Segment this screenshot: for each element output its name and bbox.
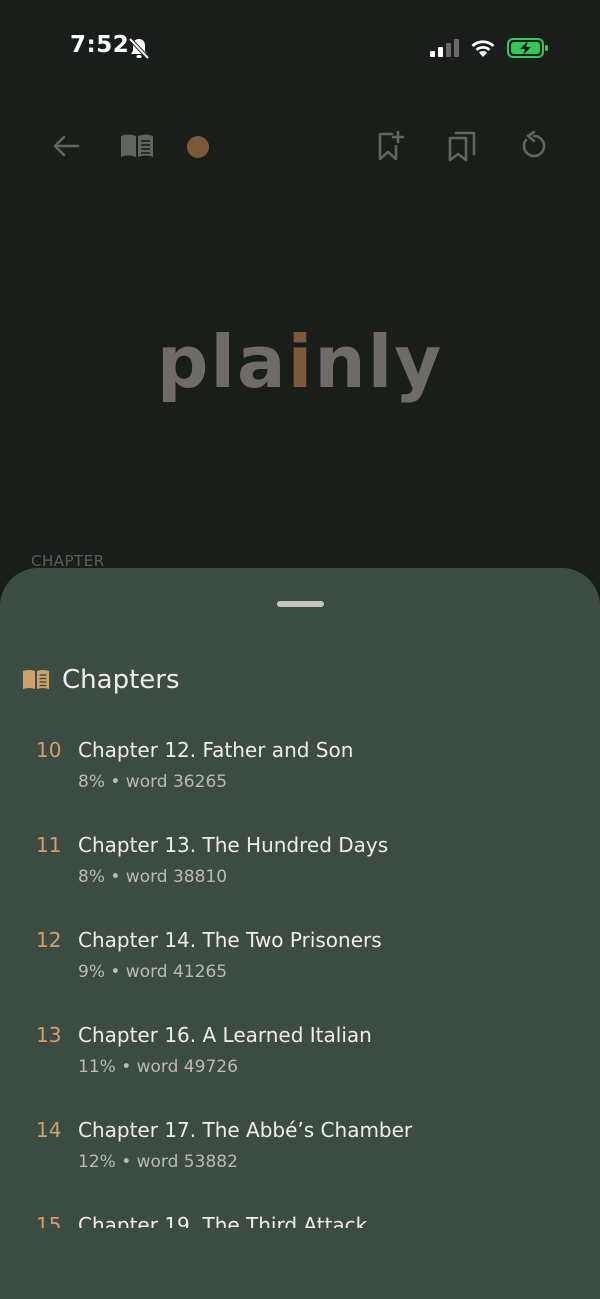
restart-icon bbox=[522, 131, 546, 158]
bell-slash-icon bbox=[128, 37, 150, 60]
book-icon bbox=[121, 134, 153, 157]
chapter-title: Chapter 13. The Hundred Days bbox=[78, 833, 389, 857]
chapter-meta: 8% • word 36265 bbox=[78, 772, 228, 792]
book-icon bbox=[23, 670, 49, 689]
sheet-grabber[interactable] bbox=[277, 601, 324, 607]
chapter-meta: 11% • word 49726 bbox=[78, 1057, 238, 1077]
sheet-title: Chapters bbox=[62, 665, 180, 695]
chapter-item[interactable]: 15 Chapter 19. The Third Attack bbox=[0, 1203, 600, 1228]
status-bar: 7:52 bbox=[0, 0, 600, 96]
chapter-list[interactable]: 10 Chapter 12. Father and Son 8% • word … bbox=[0, 728, 600, 1228]
toc-button[interactable] bbox=[115, 124, 159, 168]
chapter-title: Chapter 17. The Abbé’s Chamber bbox=[78, 1118, 413, 1142]
chapter-meta: 8% • word 38810 bbox=[78, 867, 228, 887]
sheet-header: Chapters bbox=[22, 664, 180, 696]
chapter-number: 14 bbox=[36, 1118, 62, 1142]
chapter-meta: 9% • word 41265 bbox=[78, 962, 228, 982]
chapter-item[interactable]: 12 Chapter 14. The Two Prisoners 9% • wo… bbox=[0, 918, 600, 1008]
status-time: 7:52 bbox=[70, 32, 130, 58]
chapter-title: Chapter 14. The Two Prisoners bbox=[78, 928, 382, 952]
word-prefix: pla bbox=[156, 320, 288, 404]
battery-charging-icon bbox=[507, 38, 548, 58]
restart-button[interactable] bbox=[512, 124, 556, 168]
bookmark-add-icon bbox=[378, 130, 405, 161]
current-word[interactable]: plainly bbox=[0, 320, 600, 404]
chapter-number: 12 bbox=[36, 928, 62, 952]
chapter-item[interactable]: 14 Chapter 17. The Abbé’s Chamber 12% • … bbox=[0, 1108, 600, 1198]
cellular-signal-icon bbox=[430, 39, 459, 57]
chapter-item[interactable]: 11 Chapter 13. The Hundred Days 8% • wor… bbox=[0, 823, 600, 913]
chapter-meta: 12% • word 53882 bbox=[78, 1152, 238, 1172]
bookmarks-icon bbox=[448, 131, 476, 162]
chapter-item[interactable]: 10 Chapter 12. Father and Son 8% • word … bbox=[0, 728, 600, 818]
word-focus-letter: i bbox=[287, 320, 315, 404]
chapter-title: Chapter 12. Father and Son bbox=[78, 738, 354, 762]
chapter-number: 15 bbox=[36, 1213, 62, 1228]
add-bookmark-button[interactable] bbox=[369, 124, 413, 168]
reader-screen: 7:52 plainly CHAPTER Chapters 10 Chapter… bbox=[0, 0, 600, 1299]
back-arrow-icon bbox=[53, 135, 80, 157]
chapter-item[interactable]: 13 Chapter 16. A Learned Italian 11% • w… bbox=[0, 1013, 600, 1103]
word-suffix: nly bbox=[314, 320, 444, 404]
chapter-number: 13 bbox=[36, 1023, 62, 1047]
back-button[interactable] bbox=[44, 124, 88, 168]
bookmarks-button[interactable] bbox=[440, 124, 484, 168]
chapter-title: Chapter 19. The Third Attack bbox=[78, 1213, 368, 1228]
chapter-number: 11 bbox=[36, 833, 62, 857]
chapter-title: Chapter 16. A Learned Italian bbox=[78, 1023, 372, 1047]
chapter-number: 10 bbox=[36, 738, 62, 762]
progress-dot-icon bbox=[187, 136, 209, 158]
wifi-icon bbox=[471, 40, 495, 57]
chapters-sheet: Chapters 10 Chapter 12. Father and Son 8… bbox=[0, 568, 600, 1299]
